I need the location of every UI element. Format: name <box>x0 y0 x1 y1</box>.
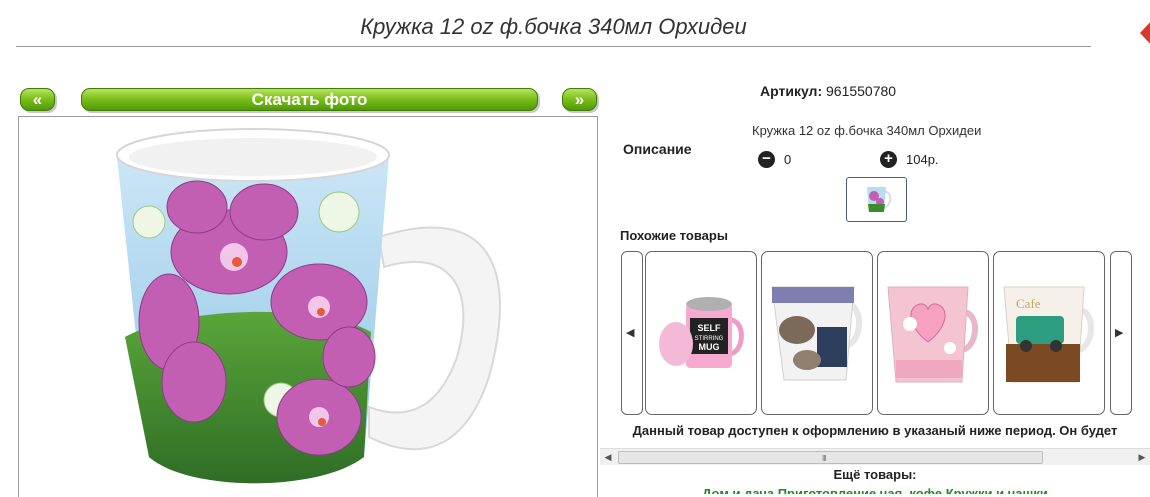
similar-product-card[interactable] <box>877 251 989 415</box>
self-stirring-mug-image: SELF STIRRING MUG <box>659 297 744 368</box>
skip-previous-icon: ◀ <box>626 327 635 339</box>
skip-next-icon: ▶ <box>1115 327 1124 339</box>
quantity-value: 0 <box>784 152 792 167</box>
scrollbar-thumb[interactable]: III <box>618 451 1043 464</box>
page-title: Кружка 12 oz ф.бочка 340мл Орхидеи <box>360 14 747 39</box>
article-label: Артикул: <box>760 83 823 99</box>
mug-thumbnail-icon <box>867 187 892 212</box>
carousel-next-button[interactable]: ▶ <box>1110 251 1132 415</box>
carousel-prev-button[interactable]: ◀ <box>621 251 643 415</box>
horizontal-scrollbar[interactable]: ◀ III ▶ <box>600 448 1150 465</box>
photo-next-button[interactable]: » <box>562 88 597 111</box>
svg-text:MUG: MUG <box>699 342 720 352</box>
orchid-mug-image <box>116 128 501 484</box>
more-products-title: Ещё товары: <box>833 467 917 482</box>
retro-mug-image <box>771 286 863 381</box>
minus-icon[interactable]: − <box>758 151 775 168</box>
similar-product-card[interactable]: SELF STIRRING MUG <box>645 251 757 415</box>
arrow-left-icon[interactable] <box>1140 18 1150 48</box>
title-divider <box>16 46 1091 47</box>
description-label: Описание <box>623 141 692 157</box>
photo-prev-button[interactable]: « <box>20 88 55 111</box>
similar-products-title: Похожие товары <box>620 228 728 243</box>
svg-text:Cafe: Cafe <box>1016 296 1041 311</box>
product-photo[interactable] <box>18 116 598 497</box>
scrollbar-grip: III <box>822 454 827 463</box>
price-control: + 104р. <box>880 151 939 168</box>
availability-notice: Данный товар доступен к оформлению в ука… <box>632 423 1118 438</box>
scroll-right-icon[interactable]: ▶ <box>1134 449 1150 465</box>
scroll-left-icon[interactable]: ◀ <box>600 449 616 465</box>
car-mug-image: Cafe <box>1003 286 1095 383</box>
description-text: Кружка 12 oz ф.бочка 340мл Орхидеи <box>752 123 982 138</box>
svg-text:SELF: SELF <box>697 323 721 333</box>
similar-product-card[interactable] <box>761 251 873 415</box>
article-value: 961550780 <box>826 83 897 99</box>
download-photo-button[interactable]: Скачать фото <box>81 88 538 111</box>
quantity-control: − 0 <box>758 151 791 168</box>
plus-icon[interactable]: + <box>880 151 897 168</box>
similar-product-card[interactable]: Cafe <box>993 251 1105 415</box>
article-info: Артикул: 961550780 <box>760 83 1060 99</box>
product-thumbnail[interactable] <box>846 177 907 222</box>
heart-mug-image <box>887 286 979 383</box>
price-value: 104р. <box>906 152 939 167</box>
